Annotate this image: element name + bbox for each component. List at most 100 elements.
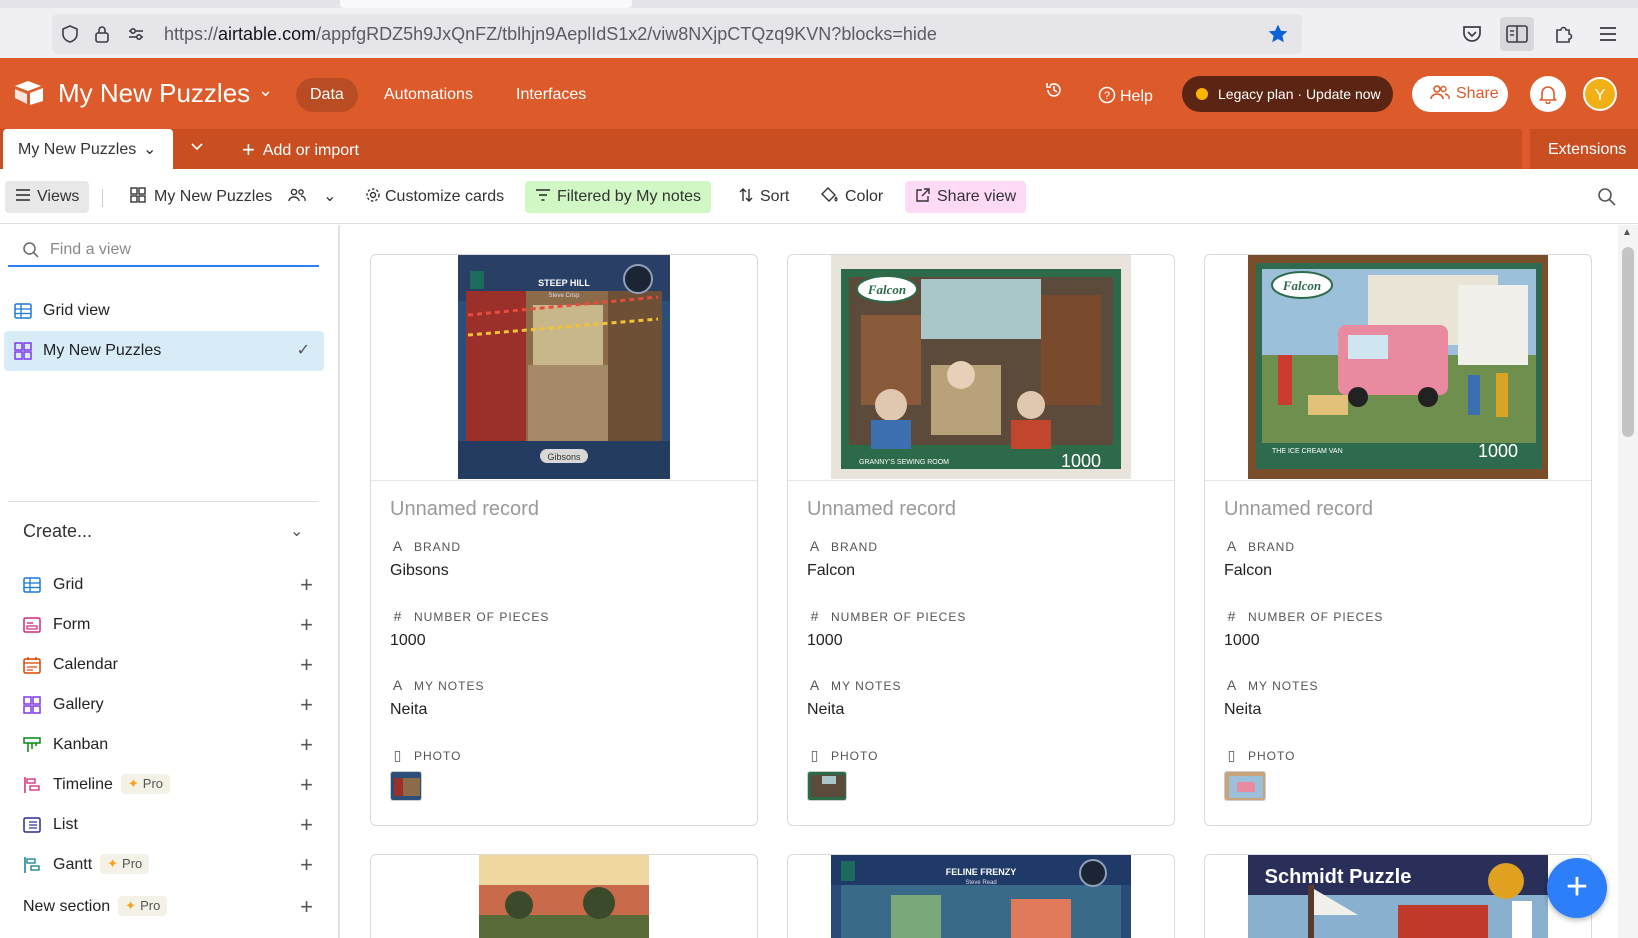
- tab-my-new-puzzles[interactable]: My New Puzzles ⌄: [3, 129, 173, 169]
- cover-brand: Gibsons: [547, 452, 581, 462]
- create-list[interactable]: List +: [23, 810, 313, 840]
- nav-automations[interactable]: Automations: [370, 78, 487, 112]
- record-card[interactable]: Falcon GRANNY'S SEWING ROOM 1000 Unnamed…: [787, 254, 1175, 826]
- create-grid[interactable]: Grid +: [23, 570, 313, 600]
- toolbar-divider: [102, 189, 103, 207]
- record-card[interactable]: Schmidt Puzzle: [1204, 854, 1592, 938]
- pocket-icon[interactable]: [1460, 22, 1484, 46]
- permissions-icon[interactable]: [124, 22, 148, 46]
- filter-button[interactable]: Filtered by My notes: [525, 181, 712, 213]
- nav-data[interactable]: Data: [296, 78, 358, 112]
- card-cover[interactable]: Falcon GRANNY'S SEWING ROOM 1000: [788, 255, 1174, 481]
- view-switcher[interactable]: My New Puzzles ⌄: [120, 181, 347, 213]
- plus-icon[interactable]: +: [300, 810, 313, 840]
- sidebar-item-my-new-puzzles[interactable]: My New Puzzles ✓: [4, 331, 324, 371]
- record-card[interactable]: Falcon THE ICE CREAM VAN 1000 Unnamed re…: [1204, 254, 1592, 826]
- url-scheme: https://: [164, 24, 219, 44]
- notifications-bell-icon[interactable]: [1530, 76, 1566, 112]
- svg-text:?: ?: [1104, 90, 1110, 102]
- sort-button[interactable]: Sort: [728, 181, 799, 213]
- history-icon[interactable]: [1044, 80, 1064, 105]
- customize-cards-button[interactable]: Customize cards: [355, 181, 514, 213]
- extensions-button[interactable]: Extensions: [1548, 129, 1626, 169]
- airtable-logo-icon[interactable]: [14, 80, 44, 106]
- extensions-puzzle-icon[interactable]: [1552, 22, 1576, 46]
- text-field-icon: A: [392, 677, 404, 693]
- add-or-import-label: Add or import: [262, 142, 359, 159]
- create-section-header[interactable]: Create...: [23, 521, 92, 542]
- tab-label: My New Puzzles: [18, 141, 137, 158]
- search-icon[interactable]: [1597, 187, 1617, 212]
- record-card[interactable]: [370, 854, 758, 938]
- grid-view-icon: [14, 303, 32, 319]
- find-view-input[interactable]: Find a view: [8, 237, 319, 267]
- help-icon: ?: [1098, 86, 1116, 104]
- sparkle-icon: ✦: [127, 776, 139, 791]
- base-name[interactable]: My New Puzzles: [58, 78, 250, 109]
- nav-interfaces[interactable]: Interfaces: [502, 78, 600, 112]
- gantt-icon: [24, 857, 40, 873]
- create-kanban[interactable]: Kanban +: [23, 730, 313, 760]
- plus-icon[interactable]: +: [300, 610, 313, 640]
- plus-icon[interactable]: +: [300, 850, 313, 880]
- create-new-section[interactable]: New section ✦ Pro +: [23, 892, 313, 922]
- sidebar-item-grid-view[interactable]: Grid view: [4, 291, 324, 331]
- plus-icon[interactable]: +: [300, 570, 313, 600]
- reader-view-icon[interactable]: [1500, 17, 1534, 51]
- scroll-up-arrow-icon[interactable]: ▲: [1622, 227, 1632, 238]
- photo-thumbnail[interactable]: [390, 771, 422, 801]
- user-avatar[interactable]: Y: [1583, 77, 1617, 111]
- chevron-down-icon[interactable]: ⌄: [143, 129, 156, 171]
- pro-badge: ✦ Pro: [118, 896, 168, 916]
- share-button[interactable]: Share: [1412, 76, 1508, 112]
- create-form[interactable]: Form +: [23, 610, 313, 640]
- card-cover[interactable]: Schmidt Puzzle: [1205, 855, 1591, 938]
- plus-icon[interactable]: +: [300, 730, 313, 760]
- record-card[interactable]: Gibsons STEEP HILL Steve Crisp Unnamed r…: [370, 254, 758, 826]
- gallery-view: Gibsons STEEP HILL Steve Crisp Unnamed r…: [342, 225, 1618, 938]
- browser-active-tab[interactable]: [340, 0, 632, 8]
- card-cover[interactable]: Falcon THE ICE CREAM VAN 1000: [1205, 255, 1591, 481]
- cover-title: FELINE FRENZY: [946, 867, 1017, 877]
- create-item-label: Timeline: [53, 776, 113, 793]
- add-or-import-button[interactable]: + Add or import: [242, 129, 359, 169]
- card-cover[interactable]: Gibsons STEEP HILL Steve Crisp: [371, 255, 757, 481]
- address-bar[interactable]: https://airtable.com/appfgRDZ5h9JxQnFZ/t…: [52, 14, 1302, 54]
- plus-icon[interactable]: +: [300, 770, 313, 800]
- add-record-button[interactable]: +: [1547, 858, 1607, 918]
- create-timeline[interactable]: Timeline ✦ Pro +: [23, 770, 313, 800]
- gallery-scrollbar[interactable]: ▲: [1618, 225, 1638, 938]
- pro-label: Pro: [122, 856, 143, 871]
- kanban-icon: [23, 737, 41, 752]
- menu-hamburger-icon[interactable]: [1596, 22, 1620, 46]
- record-card[interactable]: FELINE FRENZY Steve Read: [787, 854, 1175, 938]
- create-item-label: Calendar: [53, 656, 118, 673]
- field-label-notes: A MY NOTES: [807, 677, 901, 693]
- card-cover[interactable]: FELINE FRENZY Steve Read: [788, 855, 1174, 938]
- shield-icon[interactable]: [58, 22, 82, 46]
- views-toggle-button[interactable]: Views: [5, 181, 90, 213]
- field-label-notes: A MY NOTES: [1224, 677, 1318, 693]
- chevron-down-icon[interactable]: ⌄: [258, 80, 273, 101]
- plus-icon[interactable]: +: [300, 650, 313, 680]
- photo-thumbnail[interactable]: [1224, 771, 1266, 801]
- bookmark-star-icon[interactable]: [1266, 22, 1290, 46]
- status-dot: [1196, 88, 1208, 100]
- plus-icon[interactable]: +: [300, 690, 313, 720]
- url-text[interactable]: https://airtable.com/appfgRDZ5h9JxQnFZ/t…: [164, 24, 937, 45]
- create-calendar[interactable]: Calendar +: [23, 650, 313, 680]
- share-view-button[interactable]: Share view: [905, 181, 1027, 213]
- create-gantt[interactable]: Gantt ✦ Pro +: [23, 850, 313, 880]
- field-label-text: NUMBER OF PIECES: [831, 610, 967, 624]
- scrollbar-thumb[interactable]: [1622, 247, 1634, 437]
- legacy-plan-button[interactable]: Legacy plan · Update now: [1182, 76, 1393, 112]
- photo-thumbnail[interactable]: [807, 771, 847, 801]
- lock-icon[interactable]: [90, 22, 114, 46]
- create-gallery[interactable]: Gallery +: [23, 690, 313, 720]
- plus-icon[interactable]: +: [300, 892, 313, 922]
- chevron-down-icon[interactable]: ⌄: [290, 521, 303, 541]
- color-button[interactable]: Color: [811, 181, 893, 213]
- card-cover[interactable]: [371, 855, 757, 938]
- help-link[interactable]: ? Help: [1098, 86, 1153, 106]
- tab-more-chevron-icon[interactable]: [190, 139, 204, 156]
